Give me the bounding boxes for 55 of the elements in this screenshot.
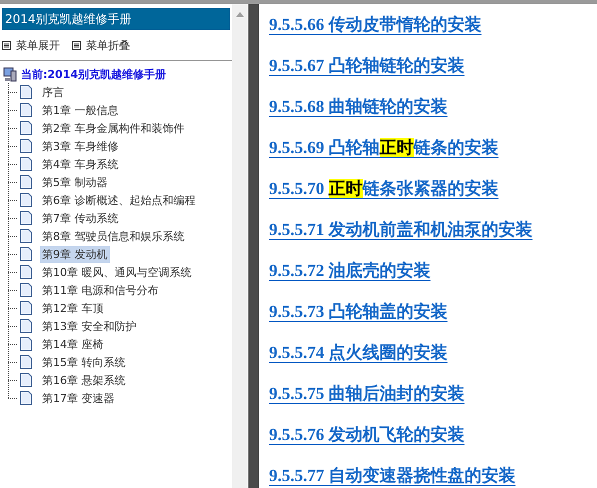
tree-item[interactable]: 第11章 电源和信号分布	[40, 282, 160, 298]
document-icon	[20, 319, 32, 333]
sidebar-title: 2014别克凯越维修手册	[2, 8, 230, 30]
document-icon	[20, 391, 32, 405]
section-link[interactable]: 9.5.5.68 曲轴链轮的安装	[269, 94, 448, 120]
tree-item[interactable]: 第3章 车身维修	[40, 138, 120, 154]
tree-root-label[interactable]: 当前:2014别克凯越维修手册	[21, 67, 166, 82]
tree-item[interactable]: 第5章 制动器	[40, 174, 110, 190]
section-link[interactable]: 9.5.5.72 油底壳的安装	[269, 258, 430, 284]
document-icon	[20, 103, 32, 117]
document-icon	[20, 301, 32, 315]
tree-item[interactable]: 第1章 一般信息	[40, 102, 120, 118]
computer-icon	[3, 67, 17, 82]
tree-item[interactable]: 第9章 发动机	[40, 246, 110, 262]
tree-item[interactable]: 第2章 车身金属构件和装饰件	[40, 120, 186, 136]
tree-item[interactable]: 序言	[40, 84, 66, 100]
tree-item[interactable]: 第13章 安全和防护	[40, 318, 138, 334]
section-link[interactable]: 9.5.5.66 传动皮带惰轮的安装	[269, 12, 482, 38]
tree-item[interactable]: 第12章 车顶	[40, 300, 106, 316]
document-icon	[20, 139, 32, 153]
menu-icon	[72, 40, 81, 50]
tree-item[interactable]: 第15章 转向系统	[40, 354, 128, 370]
tree-item[interactable]: 第14章 座椅	[40, 336, 106, 352]
tree-item[interactable]: 第7章 传动系统	[40, 210, 120, 226]
document-icon	[20, 193, 32, 207]
tree-item[interactable]: 第6章 诊断概述、起始点和编程	[40, 192, 198, 208]
section-link[interactable]: 9.5.5.74 点火线圈的安装	[269, 340, 448, 366]
document-icon	[20, 85, 32, 99]
document-icon	[20, 373, 32, 387]
tree-item[interactable]: 第4章 车身系统	[40, 156, 120, 172]
tree-item[interactable]: 第17章 变速器	[40, 390, 116, 406]
tree-item[interactable]: 第16章 悬架系统	[40, 372, 128, 388]
menu-toggle-button[interactable]: 菜单展开	[2, 38, 60, 52]
document-icon	[20, 283, 32, 297]
scrollbar[interactable]	[232, 4, 248, 488]
section-link[interactable]: 9.5.5.77 自动变速器挠性盘的安装	[269, 463, 516, 488]
document-icon	[20, 247, 32, 261]
document-icon	[20, 175, 32, 189]
document-icon	[20, 157, 32, 171]
scroll-up-icon[interactable]	[236, 12, 244, 17]
document-icon	[20, 211, 32, 225]
document-icon	[20, 121, 32, 135]
section-link[interactable]: 9.5.5.71 发动机前盖和机油泵的安装	[269, 217, 532, 243]
menu-toggle-button[interactable]: 菜单折叠	[72, 38, 130, 52]
section-link[interactable]: 9.5.5.67 凸轮轴链轮的安装	[269, 53, 464, 79]
splitter-bar[interactable]	[248, 4, 259, 488]
document-icon	[20, 355, 32, 369]
section-link[interactable]: 9.5.5.73 凸轮轴盖的安装	[269, 299, 448, 325]
section-link[interactable]: 9.5.5.76 发动机飞轮的安装	[269, 422, 464, 448]
document-icon	[20, 337, 32, 351]
document-icon	[20, 265, 32, 279]
section-link[interactable]: 9.5.5.75 曲轴后油封的安装	[269, 381, 464, 407]
tree-item[interactable]: 第10章 暖风、通风与空调系统	[40, 264, 194, 280]
document-icon	[20, 229, 32, 243]
tree-item[interactable]: 第8章 驾驶员信息和娱乐系统	[40, 228, 186, 244]
